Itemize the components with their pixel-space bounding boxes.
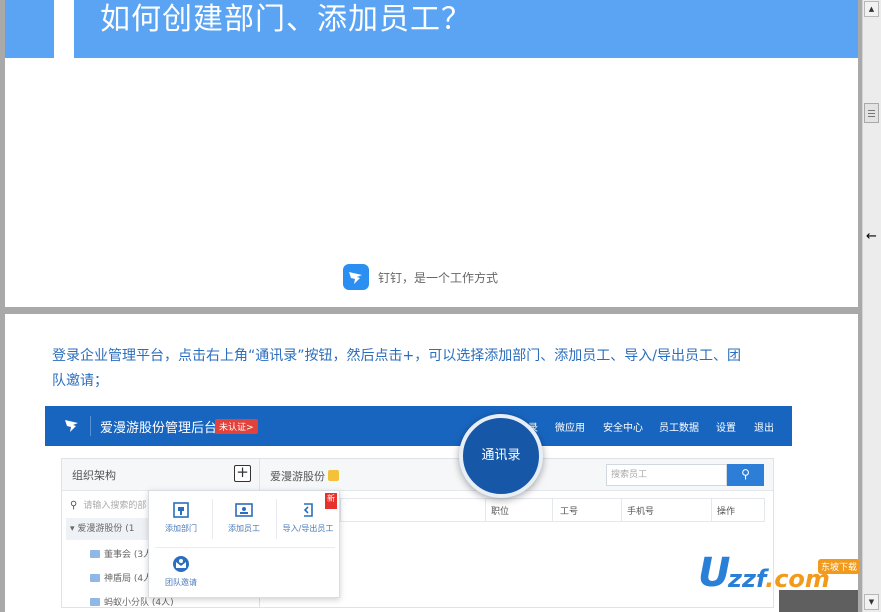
department-icon xyxy=(173,502,189,518)
console-brand: 爱漫游股份管理后台 xyxy=(100,421,218,436)
dingtalk-logo-icon xyxy=(343,264,369,290)
staff-search-input: 搜索员工 xyxy=(606,464,727,486)
slogan-row: 钉钉，是一个工作方式 xyxy=(343,264,498,290)
column-header: 职位 xyxy=(491,507,510,517)
scroll-down-icon[interactable]: ▼ xyxy=(864,594,879,610)
column-divider xyxy=(621,499,622,521)
page-title: 如何创建部门、添加员工？ xyxy=(100,2,472,37)
add-menu-popup: 添加部门 添加员工 导入/导出员工 新 团队邀请 xyxy=(148,490,340,598)
folder-icon xyxy=(90,550,100,558)
watermark-tag: 东坡下载 xyxy=(818,559,861,574)
folder-icon xyxy=(90,598,100,606)
nav-logout: 退出 xyxy=(754,423,774,434)
company-name: 爱漫游股份 xyxy=(270,468,339,484)
console-header: 爱漫游股份管理后台 未认证> 录 微应用 安全中心 员工数据 设置 退出 xyxy=(45,406,792,446)
team-invite-item: 团队邀请 xyxy=(150,555,212,588)
tree-item: 神盾局 (4人 xyxy=(90,571,152,584)
title-stripe xyxy=(54,0,74,58)
console-screenshot: 爱漫游股份管理后台 未认证> 录 微应用 安全中心 员工数据 设置 退出 组织架… xyxy=(45,406,792,612)
scroll-up-icon[interactable]: ▲ xyxy=(864,1,879,17)
watermark-letter: U xyxy=(698,550,731,596)
header-divider xyxy=(90,416,91,436)
intro-paragraph: 登录企业管理平台，点击右上角“通讯录”按钮，然后点击+，可以选择添加部门、添加员… xyxy=(52,348,741,389)
grip-line xyxy=(868,110,875,111)
tree-item: 董事会 (3人 xyxy=(90,547,152,560)
grip-line xyxy=(868,113,875,114)
nav-settings: 设置 xyxy=(716,423,736,434)
tree-root-label: 爱漫游股份 (1 xyxy=(77,524,135,534)
uzzf-watermark-logo: U zzf.com 东坡下载 xyxy=(698,551,874,601)
dingtalk-logo-icon xyxy=(63,416,81,438)
new-tag: 新 xyxy=(325,493,337,509)
nav-micro-apps: 微应用 xyxy=(555,423,585,434)
org-panel-header: 组织架构 + xyxy=(62,459,259,491)
cert-badge: 未认证> xyxy=(215,419,258,434)
org-panel-title: 组织架构 xyxy=(72,469,116,482)
add-staff-item: 添加员工 xyxy=(213,501,275,534)
scrollbar-thumb[interactable] xyxy=(864,103,879,123)
company-badge-icon xyxy=(328,470,339,481)
search-icon: ⚲ xyxy=(70,500,78,511)
import-export-icon xyxy=(303,503,313,517)
folder-icon xyxy=(90,574,100,582)
column-header: 工号 xyxy=(560,507,579,517)
staff-card-icon xyxy=(235,503,253,517)
add-department-item: 添加部门 xyxy=(150,501,212,534)
invite-mail-icon xyxy=(173,556,189,572)
document-page-1: 如何创建部门、添加员工？ 钉钉，是一个工作方式 xyxy=(5,0,858,307)
add-icon: + xyxy=(234,465,251,482)
nav-staff-data: 员工数据 xyxy=(659,423,699,434)
watermark-text: zzf.com xyxy=(728,565,830,593)
column-header: 操作 xyxy=(717,507,736,517)
column-header: 手机号 xyxy=(627,507,655,517)
nav-security: 安全中心 xyxy=(603,423,643,434)
members-table-header: 职位 工号 手机号 操作 xyxy=(340,498,765,522)
vertical-scrollbar[interactable] xyxy=(862,0,881,612)
column-divider xyxy=(485,499,486,521)
column-divider xyxy=(552,499,553,521)
slogan-text: 钉钉，是一个工作方式 xyxy=(378,270,499,285)
org-search-placeholder: 请输入搜索的部 xyxy=(83,501,147,511)
contacts-highlight: 通讯录 xyxy=(459,414,543,498)
title-banner: 如何创建部门、添加员工？ xyxy=(5,0,858,58)
org-search: ⚲ 请输入搜索的部 xyxy=(70,498,146,511)
search-button-icon: ⚲ xyxy=(727,464,764,486)
popup-divider xyxy=(155,547,335,548)
column-divider xyxy=(711,499,712,521)
grip-line xyxy=(868,116,875,117)
resize-cursor-icon: ← xyxy=(866,229,877,244)
